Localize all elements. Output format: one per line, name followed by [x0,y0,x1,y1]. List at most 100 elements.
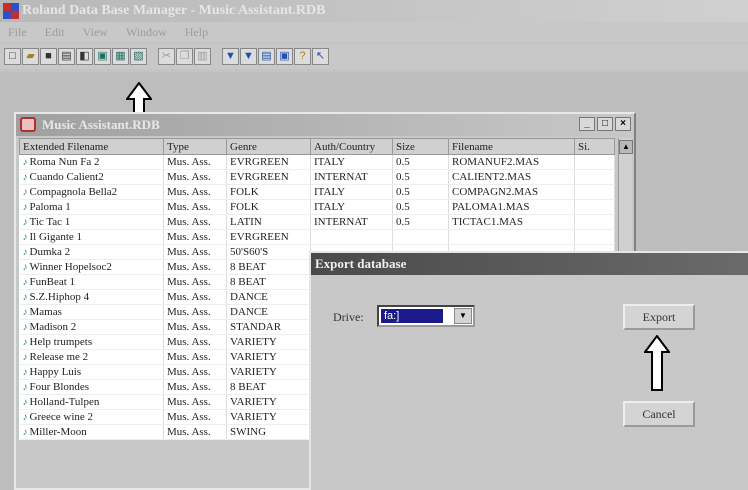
convert-icon[interactable]: ▧ [130,48,147,65]
table-cell: SWING [226,424,311,440]
cell-text: VARIETY [230,396,277,408]
table-row[interactable]: ♪ Compagnola Bella2 Mus. Ass. FOLK ITALY 0.5 C… [19,184,615,200]
table-cell: VARIETY [226,364,311,380]
table-cell: ♪ Dumka 2 [19,244,164,260]
music-note-icon: ♪ [22,277,28,288]
cell-text: Mus. Ass. [167,156,211,168]
table-cell: LATIN [226,214,311,230]
export-button[interactable]: Export [623,304,695,330]
table-icon[interactable]: ▤ [258,48,275,65]
table-cell: ♪ Holland-Tulpen [19,394,164,410]
minimize-button[interactable]: _ [579,117,595,131]
music-note-icon: ♪ [22,397,28,408]
help-arrow-icon[interactable]: ↖ [312,48,329,65]
copy-icon[interactable]: ❐ [176,48,193,65]
table-cell: ♪ Tic Tac 1 [19,214,164,230]
column-header-si[interactable]: Si. [574,138,615,155]
table-cell: VARIETY [226,349,311,365]
table-cell [574,229,615,245]
table-cell: Mus. Ass. [163,214,227,230]
cell-text: Mus. Ass. [167,321,211,333]
menu-bar: File Edit View Window Help [0,22,748,42]
table-cell: STANDAR [226,319,311,335]
table-cell: Mus. Ass. [163,274,227,290]
table-cell: DANCE [226,304,311,320]
new-file-icon[interactable]: □ [4,48,21,65]
cell-text: Mus. Ass. [167,351,211,363]
table-cell: ♪ Miller-Moon [19,424,164,440]
cut-icon[interactable]: ✂ [158,48,175,65]
table-cell: ♪ FunBeat 1 [19,274,164,290]
column-header-extended-filename[interactable]: Extended Filename [19,138,164,155]
filter-alt-icon[interactable]: ▼ [240,48,257,65]
cell-text: Mus. Ass. [167,246,211,258]
table-cell: Mus. Ass. [163,304,227,320]
menu-edit[interactable]: Edit [45,25,65,40]
chevron-down-icon[interactable]: ▼ [454,308,472,324]
table-cell: Mus. Ass. [163,244,227,260]
cell-text: Release me 2 [29,351,89,363]
cell-text: COMPAGN2.MAS [452,186,539,198]
column-header-genre[interactable]: Genre [226,138,311,155]
cell-text: FunBeat 1 [29,276,76,288]
cell-text: 8 BEAT [230,276,266,288]
cell-text: Il Gigante 1 [29,231,83,243]
table-row[interactable]: ♪ Cuando Calient2 Mus. Ass. EVRGREEN INTERNA… [19,169,615,185]
export-icon[interactable]: ▦ [112,48,129,65]
database-icon [20,117,36,132]
cell-text: EVRGREEN [230,156,289,168]
menu-file[interactable]: File [8,25,27,40]
cancel-button[interactable]: Cancel [623,401,695,427]
cell-text: Mus. Ass. [167,276,211,288]
table-cell: Mus. Ass. [163,424,227,440]
column-header-size[interactable]: Size [392,138,449,155]
cell-text: 0.5 [396,201,410,213]
column-header-type[interactable]: Type [163,138,227,155]
menu-window[interactable]: Window [126,25,167,40]
open-folder-icon[interactable]: ▰ [22,48,39,65]
table-cell: Mus. Ass. [163,259,227,275]
save-icon[interactable]: ■ [40,48,57,65]
table-cell [448,229,575,245]
table-cell: 0.5 [392,169,449,185]
help-icon[interactable]: ? [294,48,311,65]
menu-view[interactable]: View [83,25,108,40]
cell-text: Mus. Ass. [167,186,211,198]
menu-help[interactable]: Help [185,25,208,40]
scroll-up-arrow-icon[interactable]: ▲ [619,140,633,154]
column-header-auth-country[interactable]: Auth/Country [310,138,393,155]
table-cell: 8 BEAT [226,259,311,275]
cell-text: ROMANUF2.MAS [452,156,540,168]
import-icon[interactable]: ▣ [94,48,111,65]
table-cell: Mus. Ass. [163,349,227,365]
cell-text: EVRGREEN [230,231,289,243]
filter-icon[interactable]: ▼ [222,48,239,65]
cell-text: FOLK [230,201,259,213]
disk-icon[interactable]: ◧ [76,48,93,65]
maximize-button[interactable]: □ [597,117,613,131]
music-note-icon: ♪ [22,157,28,168]
paste-icon[interactable]: ▥ [194,48,211,65]
cell-text: Happy Luis [29,366,82,378]
column-header-filename[interactable]: Filename [448,138,575,155]
print-icon[interactable]: ▤ [58,48,75,65]
monitor-icon[interactable]: ▣ [276,48,293,65]
music-note-icon: ♪ [22,292,28,303]
table-cell: ITALY [310,199,393,215]
table-cell: ITALY [310,184,393,200]
table-row[interactable]: ♪ Tic Tac 1 Mus. Ass. LATIN INTERNAT 0.5 TICTA… [19,214,615,230]
close-button[interactable]: × [615,117,631,131]
cell-text: Mus. Ass. [167,426,211,438]
cell-text: Paloma 1 [29,201,71,213]
drive-select[interactable]: fa:] ▼ [377,305,475,327]
table-row[interactable]: ♪ Paloma 1 Mus. Ass. FOLK ITALY 0.5 PALOMA1.MA… [19,199,615,215]
cell-text: Mus. Ass. [167,366,211,378]
table-cell: ♪ Paloma 1 [19,199,164,215]
table-row[interactable]: ♪ Roma Nun Fa 2 Mus. Ass. EVRGREEN ITALY 0.5 R… [19,154,615,170]
table-row[interactable]: ♪ Il Gigante 1 Mus. Ass. EVRGREEN [19,229,615,245]
cell-text: Miller-Moon [29,426,87,438]
table-cell [574,199,615,215]
table-cell: COMPAGN2.MAS [448,184,575,200]
cell-text: Mus. Ass. [167,306,211,318]
table-cell: 50'S60'S [226,244,311,260]
